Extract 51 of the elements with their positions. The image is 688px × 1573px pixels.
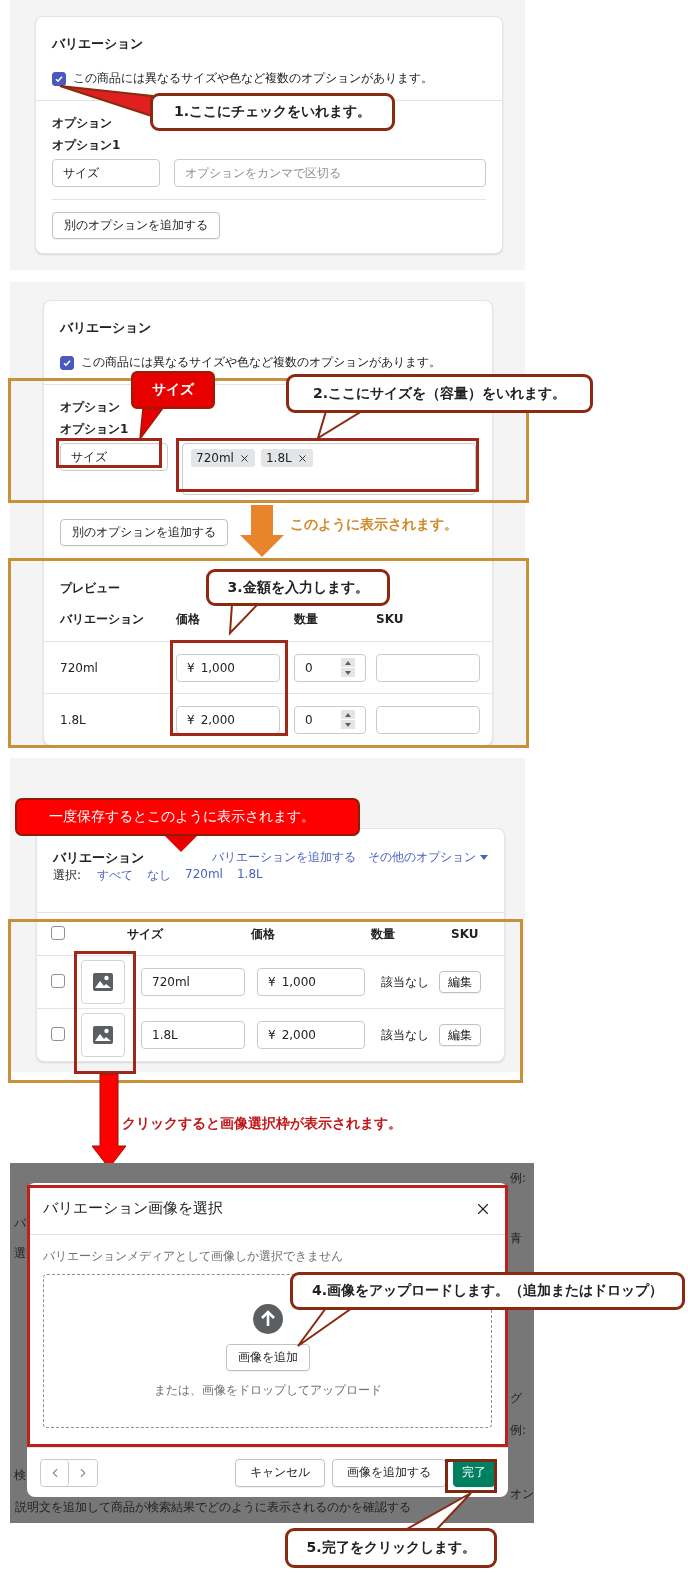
drop-hint: または、画像をドロップしてアップロード (153, 1383, 382, 1398)
currency-symbol: ¥ (268, 975, 276, 989)
variant-name: 720ml (60, 660, 99, 675)
price-value: 2,000 (200, 712, 235, 727)
currency-symbol: ¥ (268, 1028, 276, 1042)
variant-name: 1.8L (60, 712, 87, 727)
column-header: バリエーション (60, 611, 144, 626)
background-text: 例: (510, 1422, 527, 1439)
section-label: オプション (52, 115, 112, 132)
column-header: サイズ (127, 925, 165, 943)
price-value: 1,000 (200, 660, 235, 675)
column-header: 価格 (176, 611, 200, 626)
column-header: SKU (376, 612, 404, 626)
card-title: バリエーション (53, 849, 144, 867)
result-note: クリックすると画像選択枠が表示されます。 (122, 1115, 402, 1133)
background-text: 検 (14, 1467, 26, 1484)
column-header: 価格 (251, 925, 276, 943)
currency-symbol: ¥ (187, 712, 195, 727)
value-tag: 1.8L (260, 449, 313, 467)
section-label: オプション (60, 399, 120, 416)
checkbox-label: この商品には異なるサイズや色など複数のオプションがあります。 (73, 71, 433, 86)
banner-callout: 一度保存するとこのように表示されます。 (15, 798, 360, 836)
dialog-title: バリエーション画像を選択 (43, 1199, 223, 1218)
background-text: 例: (510, 1170, 527, 1187)
quantity-value: 0 (305, 712, 313, 727)
quantity-value: 0 (305, 660, 313, 675)
background-text: オン (510, 1486, 534, 1503)
background-text: バ (14, 1215, 26, 1232)
background-text: 説明文を追加して商品が検索結果でどのように表示されるのかを確認する (15, 1499, 411, 1516)
field-label: オプション1 (60, 421, 129, 438)
checkbox-label: この商品には異なるサイズや色など複数のオプションがあります。 (81, 355, 441, 370)
column-header: SKU (451, 927, 480, 941)
quantity-text: 該当なし (381, 973, 430, 991)
value-tag: 720ml (191, 449, 255, 467)
result-note: このように表示されます。 (290, 516, 458, 534)
column-header: 数量 (294, 611, 318, 626)
dialog-subtitle: バリエーションメディアとして画像しか選択できません (43, 1249, 344, 1264)
currency-symbol: ¥ (187, 660, 195, 675)
price-value: 2,000 (281, 1028, 316, 1042)
card-title: バリエーション (60, 319, 152, 337)
background-text: 青 (510, 1230, 522, 1247)
background-text: 選 (14, 1245, 26, 1262)
section-label: プレビュー (60, 580, 120, 597)
card-title: バリエーション (52, 35, 144, 53)
field-label: オプション1 (52, 137, 121, 154)
price-value: 1,000 (281, 975, 316, 989)
callout: 1.ここにチェックをいれます。 (150, 93, 395, 131)
quantity-text: 該当なし (381, 1026, 430, 1044)
background-text: グ (510, 1390, 522, 1407)
select-label: 選択: (53, 867, 83, 884)
column-header: 数量 (371, 925, 396, 943)
